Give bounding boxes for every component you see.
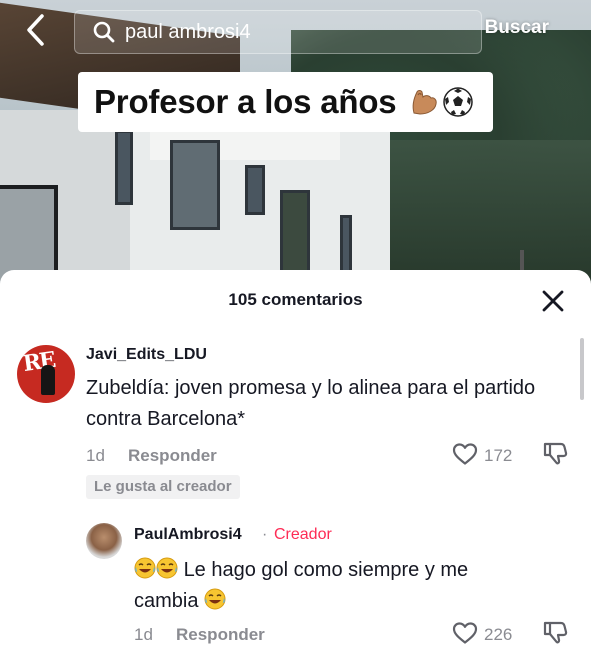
comment-text: Zubeldía: joven promesa y lo alinea para… (86, 377, 536, 430)
back-button[interactable] (20, 12, 50, 48)
search-query-text: paul ambrosi4 (125, 20, 251, 43)
video-window (170, 140, 220, 230)
video-window (280, 190, 310, 280)
video-caption: Profesor a los años (78, 72, 493, 132)
chevron-left-icon (27, 14, 44, 46)
avatar-logo-figure (41, 365, 55, 395)
caption-emojis (408, 86, 474, 118)
video-window (115, 130, 133, 205)
caption-text: Profesor a los años (94, 83, 397, 120)
comments-panel: 105 comentarios RE Javi_Edits_LDU Zubeld… (0, 270, 591, 659)
close-comments-button[interactable] (540, 288, 566, 314)
reply-button[interactable]: Responder (128, 446, 217, 466)
reply-time: 1d (134, 625, 153, 644)
search-submit-button[interactable]: Buscar (485, 17, 549, 39)
heart-icon[interactable] (452, 621, 478, 645)
soccer-ball-icon (443, 87, 474, 117)
search-icon (93, 21, 115, 43)
comment-username[interactable]: Javi_Edits_LDU (86, 346, 207, 364)
reply-text-part2: cambia (134, 590, 199, 612)
like-count: 172 (484, 446, 513, 465)
close-icon (542, 290, 564, 312)
dislike-icon[interactable] (542, 440, 568, 466)
comments-count-title: 105 comentarios (228, 290, 363, 309)
reply-username[interactable]: PaulAmbrosi4 (134, 526, 242, 544)
reply-text: Le hago gol como siempre y me cambia (134, 555, 554, 617)
avatar[interactable] (86, 523, 122, 559)
laughing-tears-icon (156, 557, 178, 579)
search-input[interactable]: paul ambrosi4 (74, 10, 482, 54)
reply-text-part1: Le hago gol como siempre y me (183, 559, 469, 581)
liked-by-creator-badge: Le gusta al creador (86, 475, 240, 499)
laughing-tears-icon (204, 588, 226, 610)
flexed-biceps-icon (413, 90, 438, 115)
creator-label: Creador (274, 526, 332, 543)
avatar[interactable]: RE (17, 345, 75, 403)
like-count: 226 (484, 625, 513, 644)
laughing-tears-icon (134, 557, 156, 579)
video-trees-lower (360, 140, 591, 290)
dislike-icon[interactable] (542, 619, 568, 645)
heart-icon[interactable] (452, 442, 478, 466)
comment-time: 1d (86, 446, 105, 465)
reply-button[interactable]: Responder (176, 625, 265, 645)
video-window (245, 165, 265, 215)
scrollbar[interactable] (580, 338, 584, 400)
separator-dot: · (262, 526, 268, 543)
